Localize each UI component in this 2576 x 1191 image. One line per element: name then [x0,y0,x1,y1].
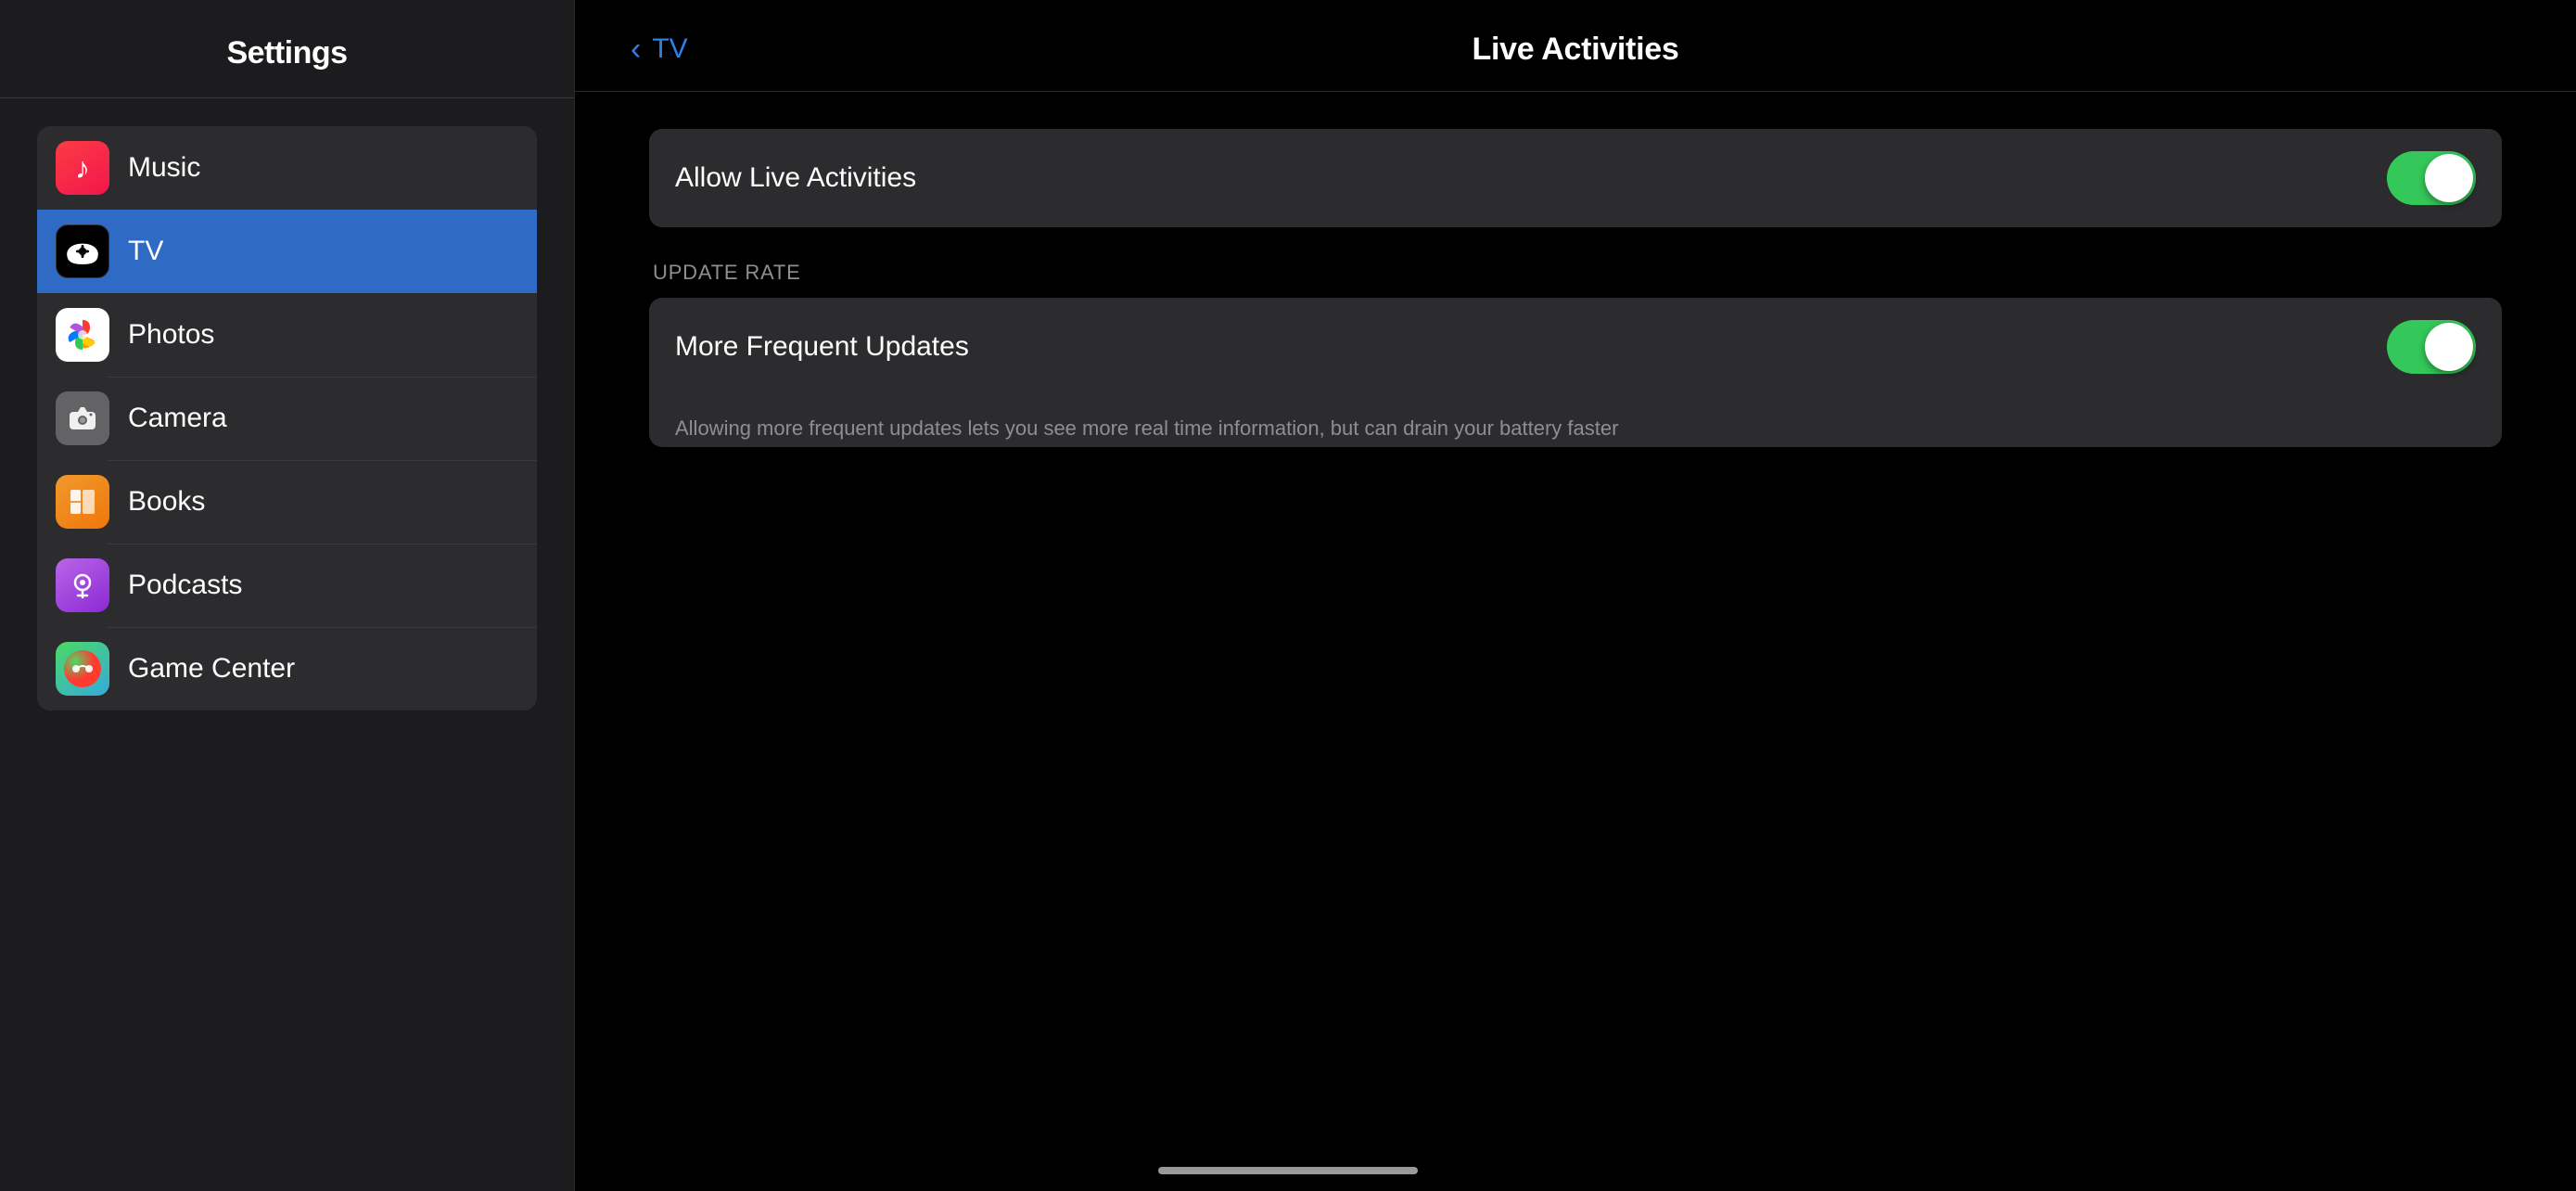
back-button[interactable]: ‹ TV [631,33,688,65]
sidebar-item-camera[interactable]: Camera [37,377,537,460]
podcasts-icon-svg [67,570,98,601]
settings-list: ♪ Music TV [37,126,537,711]
tv-label: TV [128,236,163,267]
back-label: TV [652,33,687,65]
camera-icon-svg [67,403,98,434]
sidebar-item-books[interactable]: Books [37,460,537,544]
more-frequent-updates-label: More Frequent Updates [675,331,969,363]
right-panel: ‹ TV Live Activities Allow Live Activiti… [575,0,2576,1191]
podcasts-label: Podcasts [128,570,242,601]
update-rate-group: More Frequent Updates Allowing more freq… [649,298,2502,447]
update-rate-section: UPDATE RATE More Frequent Updates Allowi… [649,261,2502,447]
gamecenter-app-icon [56,642,109,696]
podcasts-app-icon [56,558,109,612]
sidebar-item-gamecenter[interactable]: Game Center [37,627,537,711]
books-label: Books [128,486,205,518]
toggle-knob-2 [2425,323,2473,371]
back-chevron-icon: ‹ [631,33,641,65]
music-label: Music [128,152,200,184]
photos-app-icon [56,308,109,362]
photos-pinwheel-icon [58,311,107,359]
sidebar-item-music[interactable]: ♪ Music [37,126,537,210]
allow-live-activities-toggle[interactable] [2387,151,2476,205]
settings-title: Settings [226,35,347,70]
right-content: Allow Live Activities UPDATE RATE More F… [575,92,2576,484]
appletv-icon [57,225,108,277]
books-icon-svg [67,486,98,518]
more-frequent-updates-toggle[interactable] [2387,320,2476,374]
home-indicator [1158,1167,1418,1174]
sidebar-item-tv[interactable]: TV [37,210,537,293]
sidebar-item-photos[interactable]: Photos [37,293,537,377]
sidebar-item-podcasts[interactable]: Podcasts [37,544,537,627]
update-rate-section-label: UPDATE RATE [649,261,2502,285]
music-app-icon: ♪ [56,141,109,195]
page-title: Live Activities [1473,32,1679,68]
photos-label: Photos [128,319,214,351]
allow-live-activities-row: Allow Live Activities [649,129,2502,227]
gamecenter-icon-svg [64,650,101,687]
books-app-icon [56,475,109,529]
toggle-knob-1 [2425,154,2473,202]
right-header: ‹ TV Live Activities [575,0,2576,92]
music-note-icon: ♪ [75,151,90,186]
camera-label: Camera [128,403,227,434]
helper-text: Allowing more frequent updates lets you … [649,396,2502,447]
tv-app-icon [56,224,109,278]
settings-list-container: ♪ Music TV [0,98,574,1191]
allow-live-activities-label: Allow Live Activities [675,162,916,194]
more-frequent-updates-row: More Frequent Updates [649,298,2502,396]
left-panel: Settings ♪ Music [0,0,575,1191]
camera-app-icon [56,391,109,445]
gamecenter-label: Game Center [128,653,295,685]
settings-header: Settings [0,0,574,98]
